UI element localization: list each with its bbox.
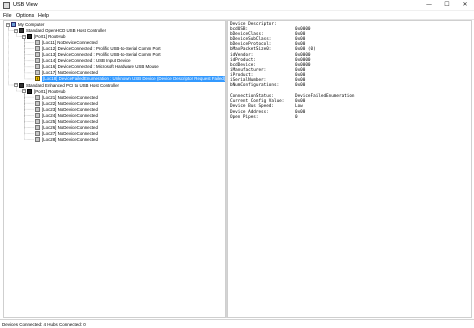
menu-help[interactable]: Help [38,13,49,19]
tree-node-label: [Loc24] NoDeviceConnected [42,112,98,118]
detail-label: Open Pipes: [230,114,259,120]
close-button[interactable]: ✕ [456,0,474,10]
tree-node-label: [Loc14] DeviceConnected : USB Input Devi… [42,58,131,64]
tree-node-label: [Loc21] NoDeviceConnected [42,94,98,100]
hub-icon [27,34,32,40]
controller-icon [19,28,24,34]
port-icon [35,118,40,124]
tree-node-label: [Loc11] NoDeviceConnected [42,40,98,46]
tree-node-label: [Port1] RootHub [34,34,66,40]
tree-node-label: Standard Enhanced PCI to USB Host Contro… [26,82,119,88]
port-icon [35,130,40,136]
tree-node-label: [Loc26] NoDeviceConnected [42,124,98,130]
tree-node-label: [Loc22] NoDeviceConnected [42,100,98,106]
tree-node-label: [Port1] RootHub [34,88,66,94]
collapse-expander-icon[interactable]: − [22,34,26,39]
tree-node-label: [Loc28] NoDeviceConnected [42,136,98,142]
tree-node-label: [Loc27] NoDeviceConnected [42,130,98,136]
collapse-expander-icon[interactable]: − [6,22,10,27]
collapse-expander-icon[interactable]: − [22,89,26,94]
warning-icon: ! [35,76,40,82]
tree-node-label: [Loc13] DeviceConnected : Prolific USB-t… [42,52,161,58]
maximize-button[interactable]: ☐ [438,0,456,10]
detail-label: bNumConfigurations: [230,83,280,89]
status-bar: Devices Connected: 4 Hubs Connected: 0 [0,319,474,328]
port-icon [35,94,40,100]
tree-node[interactable]: [Loc28] NoDeviceConnected [4,136,225,143]
port-icon [35,112,40,118]
tree-node-label: [Loc23] NoDeviceConnected [42,106,98,112]
menu-bar: File Options Help [0,11,474,20]
port-icon [35,52,40,58]
port-icon [35,70,40,76]
title-bar: USB View — ☐ ✕ [0,0,474,11]
port-icon [35,106,40,112]
device-details-pane[interactable]: Device Descriptor: bcdUSB: 0x0000 bDeviceC… [227,20,472,318]
detail-value: 0 [295,114,298,120]
detail-value: 0x00 [295,83,306,89]
computer-icon [11,22,16,27]
menu-options[interactable]: Options [16,13,34,19]
controller-icon [19,82,24,88]
tree-node-label: Standard OpenHCD USB Host Controller [26,28,107,34]
collapse-expander-icon[interactable]: − [14,28,18,33]
port-icon [35,46,40,52]
status-text: Devices Connected: 4 Hubs Connected: 0 [2,321,86,327]
port-icon [35,100,40,106]
window-title: USB View [13,2,38,8]
port-icon [35,124,40,130]
menu-file[interactable]: File [3,13,12,19]
port-icon [35,136,40,142]
device-tree-pane[interactable]: − My Computer − Standard OpenHCD USB Host C… [3,20,226,318]
tree-node-label: [Loc17] NoDeviceConnected [42,70,98,76]
tree-node-label: [Loc16] DeviceConnected : Microsoft Hard… [42,64,159,70]
tree-node-label: [Loc12] DeviceConnected : Prolific USB-t… [42,46,161,52]
port-icon [35,58,40,64]
usb-view-app-icon [3,2,10,9]
hub-icon [27,88,32,94]
tree-node-label: [Loc18] DeviceFailedEnumeration : Unknow… [42,76,226,82]
collapse-expander-icon[interactable]: − [14,83,18,87]
tree-node-label: [Loc25] NoDeviceConnected [42,118,98,124]
tree-node-label: My Computer [18,22,45,27]
port-icon [35,40,40,46]
port-icon [35,64,40,70]
minimize-button[interactable]: — [420,0,438,10]
